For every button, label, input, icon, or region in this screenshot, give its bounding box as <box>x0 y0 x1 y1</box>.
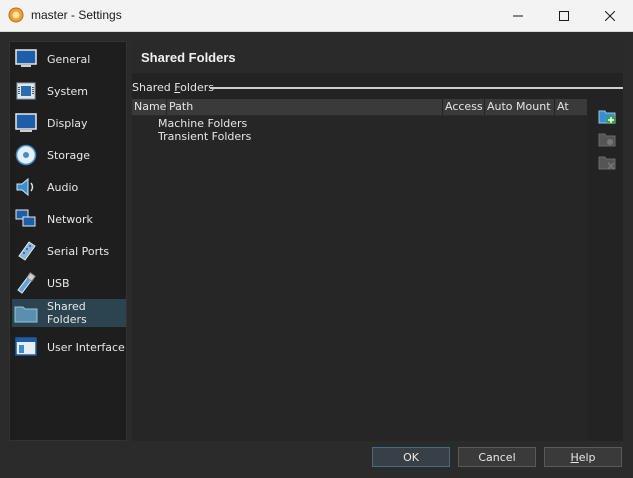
sidebar-item-label: System <box>47 84 89 98</box>
sidebar-item-label: Network <box>47 212 93 226</box>
close-button[interactable] <box>587 0 633 31</box>
sidebar-item-label: Serial Ports <box>47 244 110 258</box>
sidebar-item-network[interactable]: Network <box>12 205 126 233</box>
add-folder-icon[interactable] <box>598 107 616 125</box>
settings-page: Shared Folders Shared Folders Name Path … <box>132 41 623 441</box>
column-header-auto-mount[interactable]: Auto Mount <box>485 99 555 115</box>
window-icon <box>14 335 38 359</box>
chip-icon <box>14 79 38 103</box>
group-divider <box>210 87 623 89</box>
help-label: elp <box>578 450 596 464</box>
usb-icon <box>14 271 38 295</box>
sidebar-item-audio[interactable]: Audio <box>12 173 126 201</box>
speaker-icon <box>14 175 38 199</box>
minimize-button[interactable] <box>495 0 541 31</box>
edit-folder-icon[interactable] <box>598 130 616 148</box>
table-header: Name Path Access Auto Mount At <box>132 99 588 116</box>
column-header-at[interactable]: At <box>555 99 588 115</box>
monitor-general-icon <box>14 47 38 71</box>
sidebar-item-label: Audio <box>47 180 79 194</box>
page-title: Shared Folders <box>141 50 236 65</box>
disk-icon <box>14 143 38 167</box>
sidebar-item-serial-ports[interactable]: Serial Ports <box>12 237 126 265</box>
remove-folder-icon[interactable] <box>598 153 616 171</box>
page-header: Shared Folders <box>132 41 623 73</box>
help-accel: H <box>570 450 579 464</box>
sidebar-item-label: Display <box>47 116 88 130</box>
sidebar-item-label: Shared Folders <box>47 300 87 326</box>
window-title: master - Settings <box>31 8 122 22</box>
sidebar-item-label: General <box>47 52 91 66</box>
column-header-access[interactable]: Access <box>443 99 485 115</box>
shared-folders-table[interactable]: Name Path Access Auto Mount At Machine F… <box>132 99 588 441</box>
display-icon <box>14 111 38 135</box>
settings-window: master - Settings General System Display… <box>0 0 633 478</box>
cancel-button[interactable]: Cancel <box>458 447 536 467</box>
minimize-icon <box>513 15 523 16</box>
virtualbox-icon <box>8 7 24 23</box>
column-header-name[interactable]: Name <box>132 99 167 115</box>
sidebar-item-system[interactable]: System <box>12 77 126 105</box>
sidebar-item-label: Storage <box>47 148 91 162</box>
title-bar: master - Settings <box>0 0 633 32</box>
folder-icon <box>14 301 38 325</box>
sidebar-item-storage[interactable]: Storage <box>12 141 126 169</box>
table-row[interactable]: Machine Folders <box>158 117 247 130</box>
close-icon <box>605 10 615 21</box>
sidebar-item-user-interface[interactable]: User Interface <box>12 333 126 361</box>
serial-port-icon <box>14 239 38 263</box>
sidebar-item-general[interactable]: General <box>12 45 126 73</box>
sidebar-item-display[interactable]: Display <box>12 109 126 137</box>
network-icon <box>14 207 38 231</box>
table-row[interactable]: Transient Folders <box>158 130 251 143</box>
sidebar-item-label: USB <box>47 276 70 290</box>
column-header-path[interactable]: Path <box>167 99 443 115</box>
maximize-button[interactable] <box>541 0 587 31</box>
help-button[interactable]: Help <box>544 447 622 467</box>
sidebar-item-shared-folders[interactable]: Shared Folders <box>12 299 126 327</box>
group-label-prefix: Shared <box>132 81 175 94</box>
sidebar-item-label: User Interface <box>47 340 125 354</box>
sidebar-item-usb[interactable]: USB <box>12 269 126 297</box>
ok-button[interactable]: OK <box>372 447 450 467</box>
group-label-suffix: olders <box>180 81 214 94</box>
group-label: Shared Folders <box>132 81 214 94</box>
settings-sidebar: General System Display Storage Audio Net… <box>9 41 127 441</box>
maximize-icon <box>559 10 569 21</box>
